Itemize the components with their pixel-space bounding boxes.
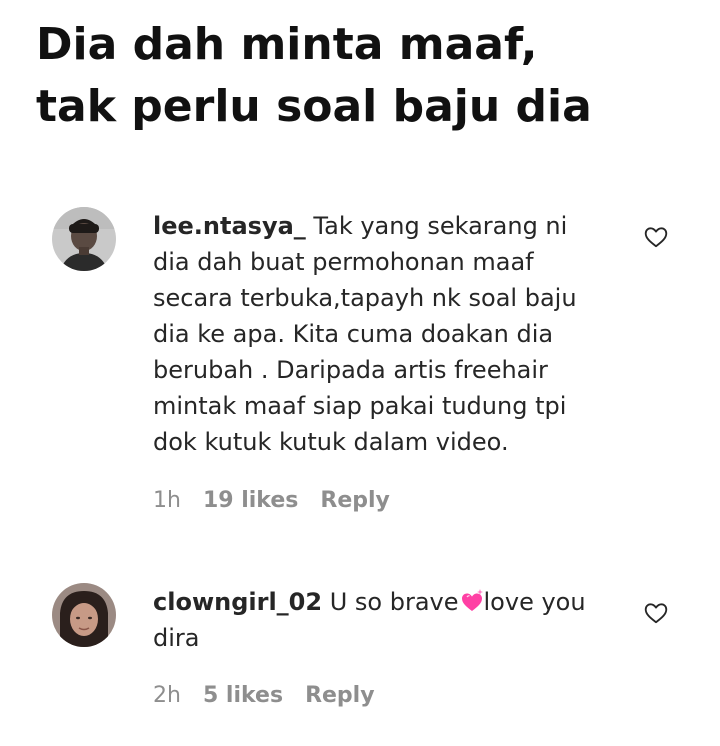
comment-line: clowngirl_02 U so brave love you [153, 584, 623, 620]
username[interactable]: clowngirl_02 [153, 588, 322, 616]
avatar-photo [52, 207, 116, 271]
comment-meta: 1h 19 likes Reply [153, 486, 390, 516]
comment-line: dia dah buat permohonan maaf [153, 248, 534, 276]
comment-line: lee.ntasya_ Tak yang sekarang ni [153, 208, 623, 244]
headline-line-1: Dia dah minta maaf, [36, 19, 538, 70]
comment-line: mintak maaf siap pakai tudung tpi [153, 392, 567, 420]
comment-line: secara terbuka,tapayh nk soal baju [153, 284, 577, 312]
headline-line-2: tak perlu soal baju dia [36, 81, 592, 132]
comment-text: lee.ntasya_ Tak yang sekarang ni dia dah… [153, 208, 623, 460]
comment-meta: 2h 5 likes Reply [153, 681, 375, 711]
likes-count[interactable]: 5 likes [203, 683, 283, 708]
comment-time: 2h [153, 683, 181, 708]
comment-line-text: Tak yang sekarang ni [313, 212, 568, 240]
comment-line: dok kutuk kutuk dalam video. [153, 428, 509, 456]
headline: Dia dah minta maaf, tak perlu soal baju … [36, 14, 696, 138]
comment-text: clowngirl_02 U so brave love you dira [153, 584, 623, 656]
comment-line: berubah . Daripada artis freehair [153, 356, 548, 384]
reply-button[interactable]: Reply [305, 683, 375, 708]
comment-time: 1h [153, 488, 181, 513]
heart-outline-icon[interactable] [643, 224, 669, 250]
avatar-photo [52, 583, 116, 647]
heart-outline-icon[interactable] [643, 600, 669, 626]
comment-line-text: love you [483, 588, 586, 616]
username[interactable]: lee.ntasya_ [153, 212, 306, 240]
comment-line: dia ke apa. Kita cuma doakan dia [153, 320, 554, 348]
comment-line: dira [153, 624, 200, 652]
avatar[interactable] [52, 207, 116, 271]
likes-count[interactable]: 19 likes [203, 488, 298, 513]
reply-button[interactable]: Reply [320, 488, 390, 513]
avatar[interactable] [52, 583, 116, 647]
comment-line-text: U so brave [329, 588, 459, 616]
sparkling-heart-emoji-icon [461, 589, 483, 611]
